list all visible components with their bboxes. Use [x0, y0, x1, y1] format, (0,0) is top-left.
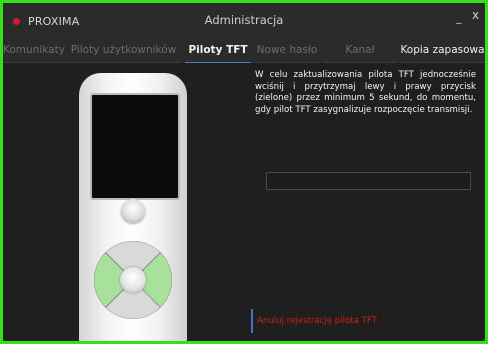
transfer-progress-bar [266, 172, 471, 190]
instruction-text: W celu zaktualizowania pilota TFT jednoc… [255, 70, 476, 115]
tab-komunikaty[interactable]: Komunikaty [3, 37, 65, 64]
remote-screen [90, 93, 180, 200]
remote-top-button [121, 199, 145, 223]
tab-label: Komunikaty [3, 44, 65, 56]
window-title: Administracja [204, 13, 284, 27]
tab-label: Nowe hasło [256, 44, 318, 56]
tab-bar: Komunikaty Piloty użytkowników Piloty TF… [3, 37, 485, 82]
remote-dpad [94, 241, 172, 319]
close-button[interactable]: x [472, 8, 479, 22]
minimize-button[interactable]: _ [456, 11, 462, 24]
tab-piloty-tft[interactable]: Piloty TFT [185, 37, 251, 64]
tab-nowe-haslo[interactable]: Nowe hasło [255, 37, 319, 64]
tab-piloty-uzytkownikow[interactable]: Piloty użytkowników [66, 37, 181, 64]
remote-control-icon [79, 73, 187, 341]
title-bar: PROXIMA Administracja _ x [3, 3, 485, 37]
tab-label: Kopia zapasowa [400, 44, 485, 56]
cancel-registration-link[interactable]: Anuluj rejestrację pilota TFT [251, 309, 377, 333]
admin-window: PROXIMA Administracja _ x Komunikaty Pil… [0, 0, 488, 344]
tab-kopia-zapasowa[interactable]: Kopia zapasowa [400, 37, 485, 64]
tab-label: Piloty użytkowników [70, 44, 177, 56]
tab-kanal-systemu[interactable]: Kanał systemu [323, 37, 397, 82]
tab-content: W celu zaktualizowania pilota TFT jednoc… [3, 63, 485, 341]
dpad-center-button [120, 267, 146, 293]
tab-label: Piloty TFT [188, 44, 248, 56]
